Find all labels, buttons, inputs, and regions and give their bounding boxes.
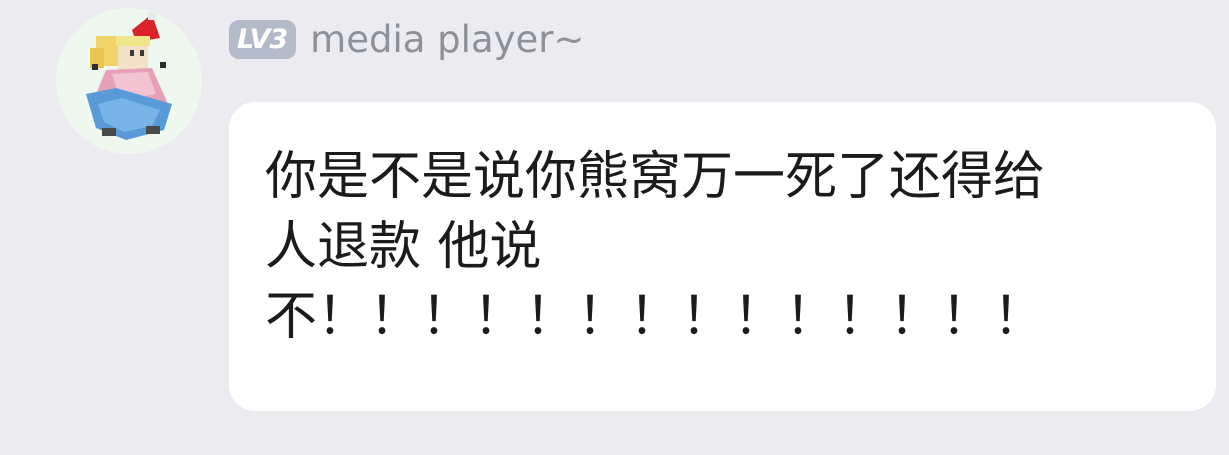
avatar[interactable] [56,8,202,154]
username[interactable]: media player~ [310,21,584,58]
message-line-1: 你是不是说你熊窝万一死了还得给 [265,147,1046,207]
message-line-2: 人退款 他说 [265,217,542,277]
level-badge: LV3 [229,19,297,59]
message-bubble[interactable]: 你是不是说你熊窝万一死了还得给 人退款 他说 不！！！！！！！！！！！！！！ [229,102,1216,411]
message-line-3: 不！！！！！！！！！！！！！！ [265,287,1046,347]
pixel-character-red-hat-icon [86,12,172,140]
message-header: LV3 media player~ [229,14,585,64]
